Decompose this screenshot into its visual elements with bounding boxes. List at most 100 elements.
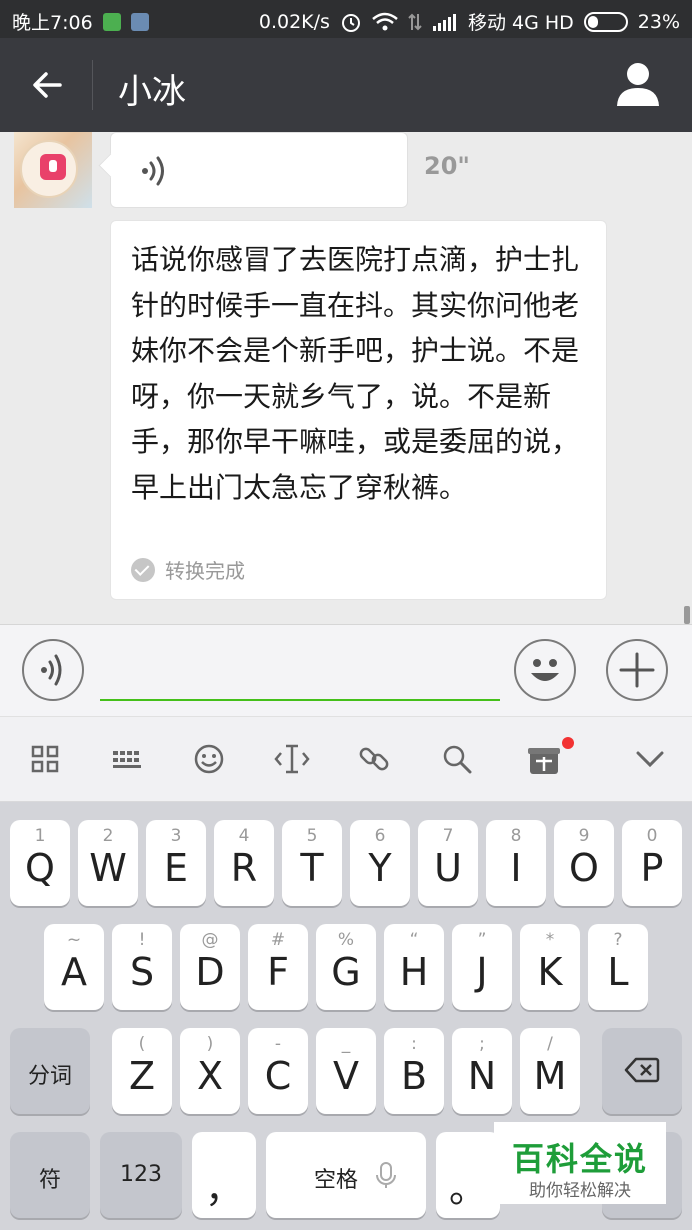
- key-label: E: [163, 846, 188, 890]
- key-y[interactable]: 6Y: [350, 820, 410, 906]
- transcript-bubble[interactable]: 话说你感冒了去医院打点滴，护士扎针的时候手一直在抖。其实你问他老妹你不会是个新手…: [110, 220, 607, 600]
- period-key[interactable]: 。: [436, 1132, 500, 1218]
- key-label: K: [537, 950, 563, 994]
- segment-key[interactable]: 分词: [10, 1028, 90, 1114]
- data-transfer-icon: [408, 13, 422, 30]
- key-hint: /: [547, 1034, 553, 1054]
- key-z[interactable]: (Z: [112, 1028, 172, 1114]
- status-bar: 晚上7:06 0.02K/s 移动 4G HD 23%: [0, 0, 692, 38]
- key-label: I: [510, 846, 522, 890]
- symbol-key[interactable]: 符: [10, 1132, 90, 1218]
- key-label: W: [89, 846, 127, 890]
- key-n[interactable]: ; N: [452, 1028, 512, 1114]
- microphone-icon: [376, 1162, 396, 1188]
- notification-dot: [562, 737, 574, 749]
- scrollbar[interactable]: [684, 606, 690, 624]
- arrow-left-icon[interactable]: [26, 62, 72, 108]
- space-key[interactable]: 空格: [266, 1132, 426, 1218]
- key-r[interactable]: 4R: [214, 820, 274, 906]
- key-label: P: [640, 846, 664, 890]
- title-bar: 小冰: [0, 38, 692, 132]
- avatar[interactable]: [14, 132, 92, 208]
- key-s[interactable]: ! S: [112, 924, 172, 1010]
- wifi-icon: [372, 12, 398, 30]
- key-hint: 2: [102, 826, 114, 846]
- key-hint: 0: [646, 826, 658, 846]
- watermark: 百科全说 助你轻松解决: [494, 1122, 666, 1204]
- link-icon[interactable]: [354, 739, 394, 779]
- key-e[interactable]: 3E: [146, 820, 206, 906]
- keyboard-icon[interactable]: [107, 739, 147, 779]
- key-d[interactable]: @ D: [180, 924, 240, 1010]
- key-x[interactable]: ) X: [180, 1028, 240, 1114]
- voice-duration: 20": [424, 152, 470, 180]
- voice-wave-icon: [142, 156, 164, 186]
- key-t[interactable]: 5T: [282, 820, 342, 906]
- key-g[interactable]: % G: [316, 924, 376, 1010]
- grid-icon[interactable]: [25, 739, 65, 779]
- key-hint: %: [337, 930, 355, 950]
- key-label: H: [399, 950, 429, 994]
- chat-title: 小冰: [118, 72, 186, 112]
- carrier: 移动 4G HD: [467, 12, 574, 34]
- backspace-key[interactable]: [602, 1028, 682, 1114]
- key-label: G: [331, 950, 361, 994]
- key-hint: *: [545, 930, 555, 950]
- key-label: B: [400, 1054, 428, 1098]
- number-key[interactable]: 123: [100, 1132, 182, 1218]
- cursor-icon[interactable]: [272, 739, 312, 779]
- key-hint: (: [138, 1034, 146, 1054]
- key-o[interactable]: 9O: [554, 820, 614, 906]
- key-f[interactable]: # F: [248, 924, 308, 1010]
- chat-area[interactable]: 20" 话说你感冒了去医院打点滴，护士扎针的时候手一直在抖。其实你问他老妹你不会…: [0, 132, 692, 624]
- key-hint: “: [409, 930, 419, 950]
- key-i[interactable]: 8I: [486, 820, 546, 906]
- key-label: O: [569, 846, 599, 890]
- key-hint: #: [270, 930, 286, 950]
- person-icon[interactable]: [614, 60, 662, 108]
- android-icon: [102, 12, 121, 31]
- key-j[interactable]: ” J: [452, 924, 512, 1010]
- chevron-down-icon[interactable]: [630, 739, 670, 779]
- add-attachment-button[interactable]: [606, 639, 668, 701]
- key-c[interactable]: -C: [248, 1028, 308, 1114]
- key-k[interactable]: * K: [520, 924, 580, 1010]
- message-input[interactable]: [100, 653, 500, 701]
- key-label: V: [333, 1054, 359, 1098]
- smiley-icon[interactable]: [189, 739, 229, 779]
- key-hint: !: [138, 930, 146, 950]
- key-b[interactable]: :B: [384, 1028, 444, 1114]
- key-w[interactable]: 2W: [78, 820, 138, 906]
- key-m[interactable]: / M: [520, 1028, 580, 1114]
- key-hint: 3: [170, 826, 182, 846]
- key-v[interactable]: _ V: [316, 1028, 376, 1114]
- key-label: A: [61, 950, 87, 994]
- voice-message-bubble[interactable]: [110, 132, 408, 208]
- key-h[interactable]: “H: [384, 924, 444, 1010]
- key-u[interactable]: 7U: [418, 820, 478, 906]
- network-speed: 0.02K/s: [258, 10, 330, 33]
- key-label: U: [434, 846, 462, 890]
- conversion-status-label: 转换完成: [165, 559, 245, 583]
- key-label: Y: [368, 846, 392, 890]
- watermark-subtitle: 助你轻松解决: [529, 1181, 631, 1201]
- emoji-button[interactable]: [514, 639, 576, 701]
- search-icon[interactable]: [437, 739, 477, 779]
- clock: 晚上7:06: [12, 12, 93, 34]
- key-hint: ?: [613, 930, 623, 950]
- key-hint: 6: [374, 826, 386, 846]
- alarm-icon: [341, 13, 360, 32]
- key-hint: ;: [479, 1034, 485, 1054]
- transcript-text: 话说你感冒了去医院打点滴，护士扎针的时候手一直在抖。其实你问他老妹你不会是个新手…: [131, 243, 580, 504]
- voice-input-button[interactable]: [22, 639, 84, 701]
- key-label: M: [533, 1054, 567, 1098]
- key-p[interactable]: 0P: [622, 820, 682, 906]
- key-a[interactable]: ~ A: [44, 924, 104, 1010]
- gift-icon[interactable]: [524, 739, 564, 779]
- key-hint: -: [274, 1034, 282, 1054]
- key-hint: ~: [66, 930, 82, 950]
- keyboard-toolbar: [0, 716, 692, 802]
- key-l[interactable]: ? L: [588, 924, 648, 1010]
- title-divider: [92, 60, 93, 110]
- key-q[interactable]: 1Q: [10, 820, 70, 906]
